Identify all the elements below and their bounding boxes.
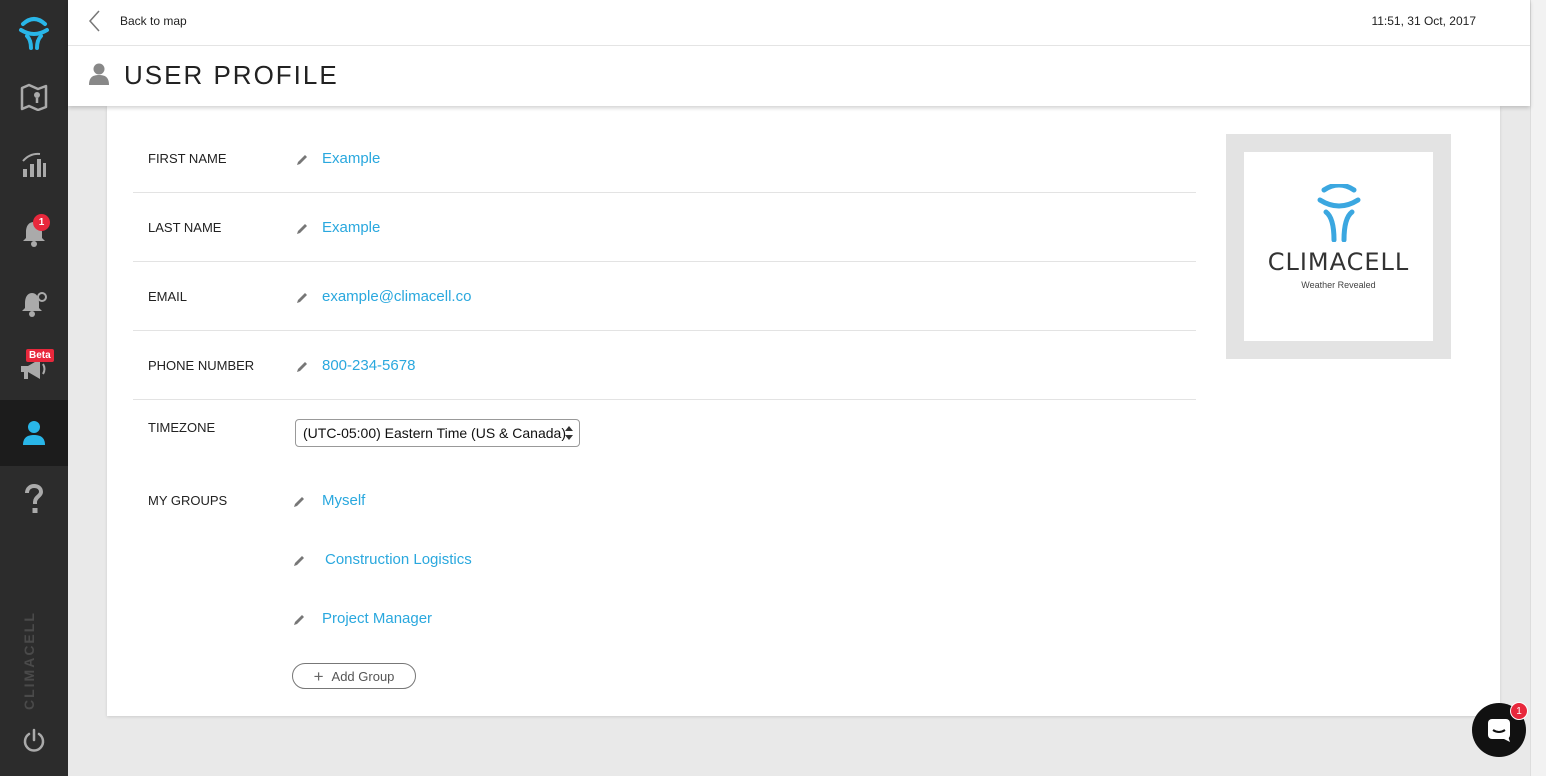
edit-pencil-icon[interactable] [296,361,308,373]
profile-image-frame[interactable]: CLIMACELL Weather Revealed [1226,134,1451,359]
field-label: PHONE NUMBER [148,358,255,373]
help-icon [25,484,44,513]
user-profile-icon [23,421,45,445]
edit-pencil-icon[interactable] [296,292,308,304]
add-group-label: Add Group [331,668,395,684]
logo-icon [19,17,49,50]
climacell-logo-icon [1317,184,1361,242]
page-title: USER PROFILE [124,60,339,90]
field-row-email: EMAIL example@climacell.co [133,262,1196,331]
brand-vertical: CLIMACELL [21,611,37,710]
groups-label: MY GROUPS [148,493,228,508]
chat-badge: 1 [1510,702,1528,720]
group-item[interactable]: Myself [322,489,365,513]
timestamp: 11:51, 31 Oct, 2017 [1371,14,1476,28]
profile-image: CLIMACELL Weather Revealed [1244,152,1433,341]
edit-pencil-icon[interactable] [293,555,305,567]
field-row-last-name: LAST NAME Example [133,193,1196,262]
title-row: USER PROFILE [68,46,1530,106]
user-icon [89,63,109,85]
power-icon [23,728,45,752]
back-label: Back to map [120,14,187,28]
chat-icon [1488,719,1510,742]
select-arrows-icon [565,426,573,440]
field-row-first-name: FIRST NAME Example [133,124,1196,193]
sidebar-item-profile[interactable] [0,400,68,466]
sidebar: 1 Beta CLIMACELL [0,0,68,776]
timezone-selected: (UTC-05:00) Eastern Time (US & Canada) [303,425,566,441]
field-label: FIRST NAME [148,151,227,166]
field-label: EMAIL [148,289,188,304]
field-label: LAST NAME [148,220,222,235]
notifications-badge: 1 [33,214,50,231]
field-row-phone: PHONE NUMBER 800-234-5678 [133,331,1196,400]
scrollbar[interactable] [1530,0,1546,776]
sidebar-item-alert-settings[interactable] [0,270,68,336]
alert-settings-icon [22,292,47,317]
back-to-map-button[interactable]: Back to map [88,10,187,32]
phone-value[interactable]: 800-234-5678 [322,331,415,400]
edit-pencil-icon[interactable] [296,154,308,166]
last-name-value[interactable]: Example [322,193,380,262]
group-item[interactable]: Construction Logistics [325,548,472,572]
sidebar-item-help[interactable] [0,466,68,532]
profile-card: FIRST NAME Example LAST NAME Example EMA… [107,106,1500,716]
timezone-label: TIMEZONE [148,420,216,435]
first-name-value[interactable]: Example [322,124,380,193]
sidebar-item-notifications[interactable]: 1 [0,200,68,266]
back-row: Back to map 11:51, 31 Oct, 2017 [68,0,1530,46]
group-item[interactable]: Project Manager [322,607,432,631]
page-header: Back to map 11:51, 31 Oct, 2017 USER PRO… [68,0,1530,106]
logout-button[interactable] [0,718,68,764]
add-group-button[interactable]: + Add Group [292,663,416,689]
chevron-left-icon [88,10,100,32]
sidebar-item-map[interactable] [0,64,68,130]
logo-wordmark: CLIMACELL [1267,248,1410,276]
beta-badge: Beta [26,349,54,362]
edit-pencil-icon[interactable] [293,614,305,626]
timezone-select[interactable]: (UTC-05:00) Eastern Time (US & Canada) [295,419,580,447]
edit-pencil-icon[interactable] [296,223,308,235]
logo-tagline: Weather Revealed [1301,280,1376,290]
email-value[interactable]: example@climacell.co [322,262,471,331]
map-icon [20,83,48,111]
signal-chart-icon [22,152,46,177]
sidebar-item-broadcast[interactable]: Beta [0,336,68,402]
edit-pencil-icon[interactable] [293,496,305,508]
plus-icon: + [313,666,324,686]
sidebar-item-analytics[interactable] [0,132,68,198]
app-logo[interactable] [0,0,68,66]
